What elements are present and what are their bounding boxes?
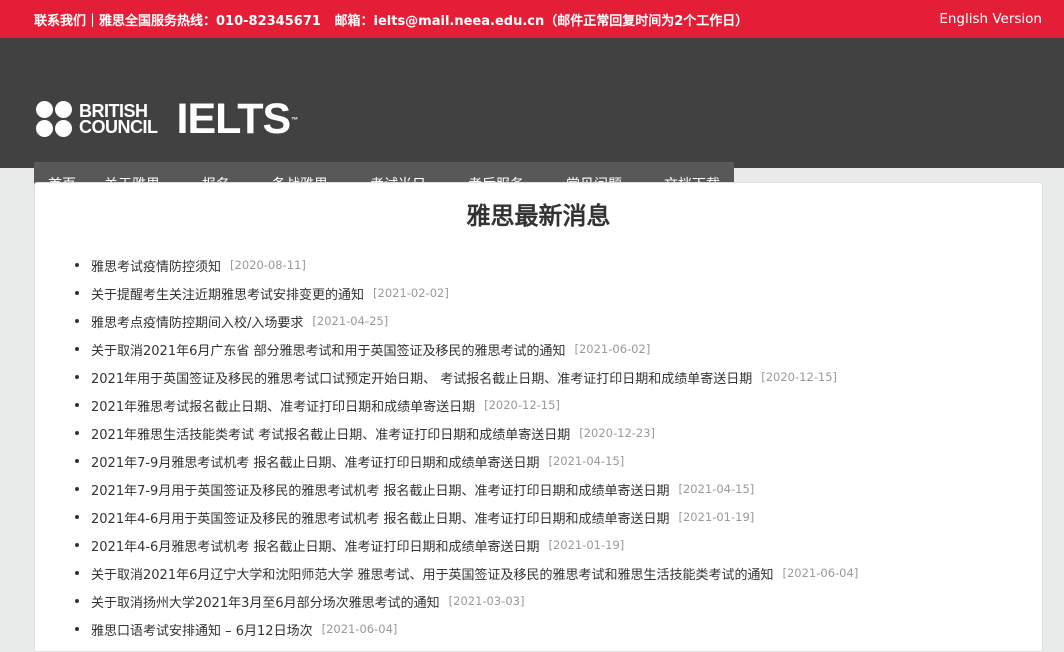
news-link[interactable]: 关于取消扬州大学2021年3月至6月部分场次雅思考试的通知	[91, 592, 440, 611]
english-version-link[interactable]: English Version	[939, 11, 1042, 27]
news-date: [2021-04-15]	[678, 482, 755, 496]
news-item: 2021年4-6月用于英国签证及移民的雅思考试机考 报名截止日期、准考证打印日期…	[75, 503, 858, 531]
contact-info: 联系我们｜雅思全国服务热线：010-82345671 邮箱：ielts@mail…	[34, 10, 748, 29]
hotline-text: ｜雅思全国服务热线：010-82345671	[86, 13, 321, 29]
news-link[interactable]: 关于取消2021年6月广东省 部分雅思考试和用于英国签证及移民的雅思考试的通知	[91, 340, 566, 359]
news-date: [2021-01-19]	[678, 510, 755, 524]
british-council-logo-icon	[36, 101, 72, 137]
news-date: [2021-06-04]	[782, 566, 859, 580]
news-item: 雅思口语考试安排通知 – 6月12日场次 [2021-06-04]	[75, 615, 858, 643]
british-council-wordmark: BRITISH COUNCIL	[79, 101, 158, 137]
news-date: [2021-02-02]	[373, 286, 449, 300]
news-panel: 雅思最新消息 雅思考试疫情防控须知 [2020-08-11] 关于提醒考生关注近期雅…	[34, 182, 1043, 652]
news-item: 关于取消2021年6月辽宁大学和沈阳师范大学 雅思考试、用于英国签证及移民的雅思…	[75, 559, 858, 587]
page-title: 雅思最新消息	[466, 202, 611, 230]
email-text: 邮箱：ielts@mail.neea.edu.cn（邮件正常回复时间为2个工作日…	[334, 13, 749, 29]
news-date: [2021-03-03]	[448, 594, 525, 608]
news-link[interactable]: 关于取消2021年6月辽宁大学和沈阳师范大学 雅思考试、用于英国签证及移民的雅思…	[91, 564, 774, 583]
news-date: [2020-12-15]	[484, 398, 560, 412]
news-link[interactable]: 2021年7-9月用于英国签证及移民的雅思考试机考 报名截止日期、准考证打印日期…	[91, 480, 669, 499]
news-date: [2020-12-23]	[579, 426, 656, 440]
news-link[interactable]: 2021年7-9月雅思考试机考 报名截止日期、准考证打印日期和成绩单寄送日期	[91, 452, 539, 471]
contact-us-link[interactable]: 联系我们	[34, 14, 86, 29]
news-item: 2021年4-6月雅思考试机考 报名截止日期、准考证打印日期和成绩单寄送日期 [2…	[75, 531, 858, 559]
news-link[interactable]: 2021年雅思生活技能类考试 考试报名截止日期、准考证打印日期和成绩单寄送日期	[91, 424, 570, 443]
news-item: 关于取消扬州大学2021年3月至6月部分场次雅思考试的通知 [2021-03-03…	[75, 587, 858, 615]
news-item: 2021年7-9月雅思考试机考 报名截止日期、准考证打印日期和成绩单寄送日期 [2…	[75, 447, 858, 475]
news-date: [2021-04-25]	[312, 314, 389, 328]
news-item: 雅思考点疫情防控期间入校/入场要求 [2021-04-25]	[75, 307, 858, 335]
news-link[interactable]: 雅思考点疫情防控期间入校/入场要求	[91, 312, 303, 331]
news-date: [2021-06-04]	[321, 622, 398, 636]
news-link[interactable]: 2021年4-6月用于英国签证及移民的雅思考试机考 报名截止日期、准考证打印日期…	[91, 508, 669, 527]
site-header: BRITISH COUNCIL IELTS™ 首页关于雅思报名备战雅思考试当日考…	[0, 38, 1064, 206]
news-item: 2021年雅思生活技能类考试 考试报名截止日期、准考证打印日期和成绩单寄送日期 […	[75, 419, 858, 447]
news-link[interactable]: 雅思口语考试安排通知 – 6月12日场次	[91, 620, 313, 639]
news-item: 雅思考试疫情防控须知 [2020-08-11]	[75, 251, 858, 279]
news-list: 雅思考试疫情防控须知 [2020-08-11] 关于提醒考生关注近期雅思考试安排变更…	[75, 251, 858, 643]
news-link[interactable]: 关于提醒考生关注近期雅思考试安排变更的通知	[91, 284, 364, 303]
news-link[interactable]: 2021年4-6月雅思考试机考 报名截止日期、准考证打印日期和成绩单寄送日期	[91, 536, 539, 555]
logo[interactable]: BRITISH COUNCIL IELTS ™	[36, 95, 299, 143]
news-date: [2021-01-19]	[548, 538, 625, 552]
ielts-wordmark: IELTS ™	[176, 95, 299, 143]
news-item: 2021年雅思考试报名截止日期、准考证打印日期和成绩单寄送日期 [2020-12-…	[75, 391, 858, 419]
news-link[interactable]: 2021年用于英国签证及移民的雅思考试口试预定开始日期、 考试报名截止日期、准考…	[91, 368, 752, 387]
news-date: [2020-08-11]	[230, 258, 306, 272]
news-item: 2021年用于英国签证及移民的雅思考试口试预定开始日期、 考试报名截止日期、准考…	[75, 363, 858, 391]
news-item: 关于取消2021年6月广东省 部分雅思考试和用于英国签证及移民的雅思考试的通知 […	[75, 335, 858, 363]
news-item: 2021年7-9月用于英国签证及移民的雅思考试机考 报名截止日期、准考证打印日期…	[75, 475, 858, 503]
top-info-bar: 联系我们｜雅思全国服务热线：010-82345671 邮箱：ielts@mail…	[0, 0, 1064, 38]
news-link[interactable]: 雅思考试疫情防控须知	[91, 256, 221, 275]
news-item: 关于提醒考生关注近期雅思考试安排变更的通知 [2021-02-02]	[75, 279, 858, 307]
news-date: [2021-04-15]	[548, 454, 625, 468]
news-date: [2021-06-02]	[574, 342, 651, 356]
news-date: [2020-12-15]	[761, 370, 838, 384]
news-link[interactable]: 2021年雅思考试报名截止日期、准考证打印日期和成绩单寄送日期	[91, 396, 475, 415]
